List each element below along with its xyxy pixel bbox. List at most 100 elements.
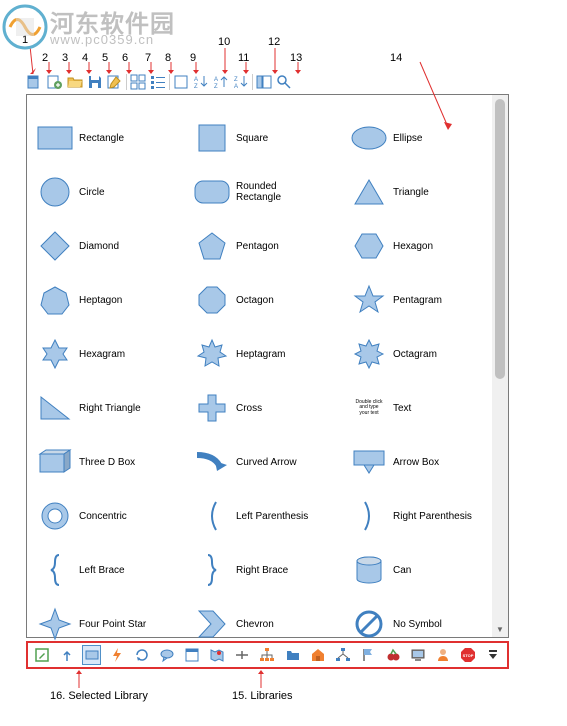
right-brace-icon bbox=[192, 550, 232, 590]
shape-arrow-box[interactable]: Arrow Box bbox=[349, 437, 500, 487]
sort-za-down-button[interactable]: ZA bbox=[232, 73, 250, 91]
shape-label: Cross bbox=[236, 403, 262, 414]
shape-cross[interactable]: Cross bbox=[192, 383, 343, 433]
save-button[interactable] bbox=[86, 73, 104, 91]
callout-16: 16. Selected Library bbox=[50, 690, 148, 702]
shape-label: Right Triangle bbox=[79, 403, 141, 414]
shape-label: Hexagram bbox=[79, 349, 125, 360]
library-energy[interactable] bbox=[107, 645, 126, 665]
library-pane-button[interactable] bbox=[255, 73, 273, 91]
library-shapes-selected[interactable] bbox=[82, 645, 101, 665]
callout-14: 14 bbox=[390, 52, 402, 64]
scrollbar[interactable]: ▲ ▼ bbox=[492, 95, 508, 637]
new-library-button[interactable] bbox=[26, 73, 44, 91]
svg-text:Z: Z bbox=[194, 84, 198, 90]
four-point-star-icon bbox=[35, 604, 75, 644]
library-computer[interactable] bbox=[409, 645, 428, 665]
rectangle-icon bbox=[35, 118, 75, 158]
library-map[interactable] bbox=[208, 645, 227, 665]
shape-right-brace[interactable]: Right Brace bbox=[192, 545, 343, 595]
scroll-thumb[interactable] bbox=[495, 99, 505, 379]
library-cycle[interactable] bbox=[132, 645, 151, 665]
library-divide[interactable] bbox=[233, 645, 252, 665]
shape-label: Octagram bbox=[393, 349, 437, 360]
tile-view-button[interactable] bbox=[129, 73, 147, 91]
octagram-icon bbox=[349, 334, 389, 374]
sort-az-up-button[interactable]: AZ bbox=[212, 73, 230, 91]
edit-button[interactable] bbox=[106, 73, 124, 91]
shape-text[interactable]: Double click and type your textText bbox=[349, 383, 500, 433]
circle-icon bbox=[35, 172, 75, 212]
library-person[interactable] bbox=[434, 645, 453, 665]
shape-circle[interactable]: Circle bbox=[35, 167, 186, 217]
svg-text:A: A bbox=[234, 84, 238, 90]
sort-az-down-button[interactable]: AZ bbox=[192, 73, 210, 91]
shape-square[interactable]: Square bbox=[192, 113, 343, 163]
shape-label: Can bbox=[393, 565, 411, 576]
search-button[interactable] bbox=[275, 73, 293, 91]
shape-label: Heptagram bbox=[236, 349, 285, 360]
shape-hexagon[interactable]: Hexagon bbox=[349, 221, 500, 271]
scroll-down-icon[interactable]: ▼ bbox=[492, 621, 508, 637]
square-icon bbox=[192, 118, 232, 158]
can-icon bbox=[349, 550, 389, 590]
shape-label: Rounded Rectangle bbox=[236, 181, 281, 203]
shape-pentagram[interactable]: Pentagram bbox=[349, 275, 500, 325]
shape-left-parenthesis[interactable]: Left Parenthesis bbox=[192, 491, 343, 541]
no-symbol-icon bbox=[349, 604, 389, 644]
shape-label: Chevron bbox=[236, 619, 274, 630]
library-flag[interactable] bbox=[358, 645, 377, 665]
open-button[interactable] bbox=[66, 73, 84, 91]
chevron-icon bbox=[192, 604, 232, 644]
svg-text:A: A bbox=[214, 77, 218, 83]
shape-label: Four Point Star bbox=[79, 619, 146, 630]
shape-rectangle[interactable]: Rectangle bbox=[35, 113, 186, 163]
shape-heptagon[interactable]: Heptagon bbox=[35, 275, 186, 325]
new-item-button[interactable] bbox=[46, 73, 64, 91]
triangle-icon bbox=[349, 172, 389, 212]
octagon-icon bbox=[192, 280, 232, 320]
shape-three-d-box[interactable]: Three D Box bbox=[35, 437, 186, 487]
library-edit[interactable] bbox=[32, 645, 51, 665]
library-folder[interactable] bbox=[283, 645, 302, 665]
library-more[interactable] bbox=[484, 645, 503, 665]
shape-rounded-rectangle[interactable]: Rounded Rectangle bbox=[192, 167, 343, 217]
list-view-button[interactable] bbox=[149, 73, 167, 91]
library-stop[interactable]: STOP bbox=[459, 645, 478, 665]
library-orgchart[interactable] bbox=[258, 645, 277, 665]
shape-pentagon[interactable]: Pentagon bbox=[192, 221, 343, 271]
shape-curved-arrow[interactable]: Curved Arrow bbox=[192, 437, 343, 487]
svg-text:STOP: STOP bbox=[463, 653, 474, 658]
ellipse-icon bbox=[349, 118, 389, 158]
right-triangle-icon bbox=[35, 388, 75, 428]
heptagon-icon bbox=[35, 280, 75, 320]
shape-left-brace[interactable]: Left Brace bbox=[35, 545, 186, 595]
shape-octagram[interactable]: Octagram bbox=[349, 329, 500, 379]
shapes-panel: Rectangle Square Ellipse Circle Rounded … bbox=[26, 94, 509, 638]
library-fruit[interactable] bbox=[383, 645, 402, 665]
curved-arrow-icon bbox=[192, 442, 232, 482]
shape-triangle[interactable]: Triangle bbox=[349, 167, 500, 217]
library-container[interactable] bbox=[183, 645, 202, 665]
svg-text:Z: Z bbox=[214, 84, 218, 90]
shape-label: Pentagon bbox=[236, 241, 279, 252]
library-callout[interactable] bbox=[158, 645, 177, 665]
shape-right-parenthesis[interactable]: Right Parenthesis bbox=[349, 491, 500, 541]
pentagram-icon bbox=[349, 280, 389, 320]
library-network[interactable] bbox=[333, 645, 352, 665]
shape-diamond[interactable]: Diamond bbox=[35, 221, 186, 271]
shape-heptagram[interactable]: Heptagram bbox=[192, 329, 343, 379]
shape-label: Text bbox=[393, 403, 411, 414]
callout-15: 15. Libraries bbox=[232, 690, 293, 702]
shape-hexagram[interactable]: Hexagram bbox=[35, 329, 186, 379]
shape-can[interactable]: Can bbox=[349, 545, 500, 595]
shape-right-triangle[interactable]: Right Triangle bbox=[35, 383, 186, 433]
shape-octagon[interactable]: Octagon bbox=[192, 275, 343, 325]
single-button[interactable] bbox=[172, 73, 190, 91]
shape-concentric[interactable]: Concentric bbox=[35, 491, 186, 541]
library-connector[interactable] bbox=[57, 645, 76, 665]
library-home[interactable] bbox=[308, 645, 327, 665]
callouts-bottom: 16. Selected Library 15. Libraries bbox=[0, 670, 567, 720]
concentric-icon bbox=[35, 496, 75, 536]
shape-label: Triangle bbox=[393, 187, 429, 198]
